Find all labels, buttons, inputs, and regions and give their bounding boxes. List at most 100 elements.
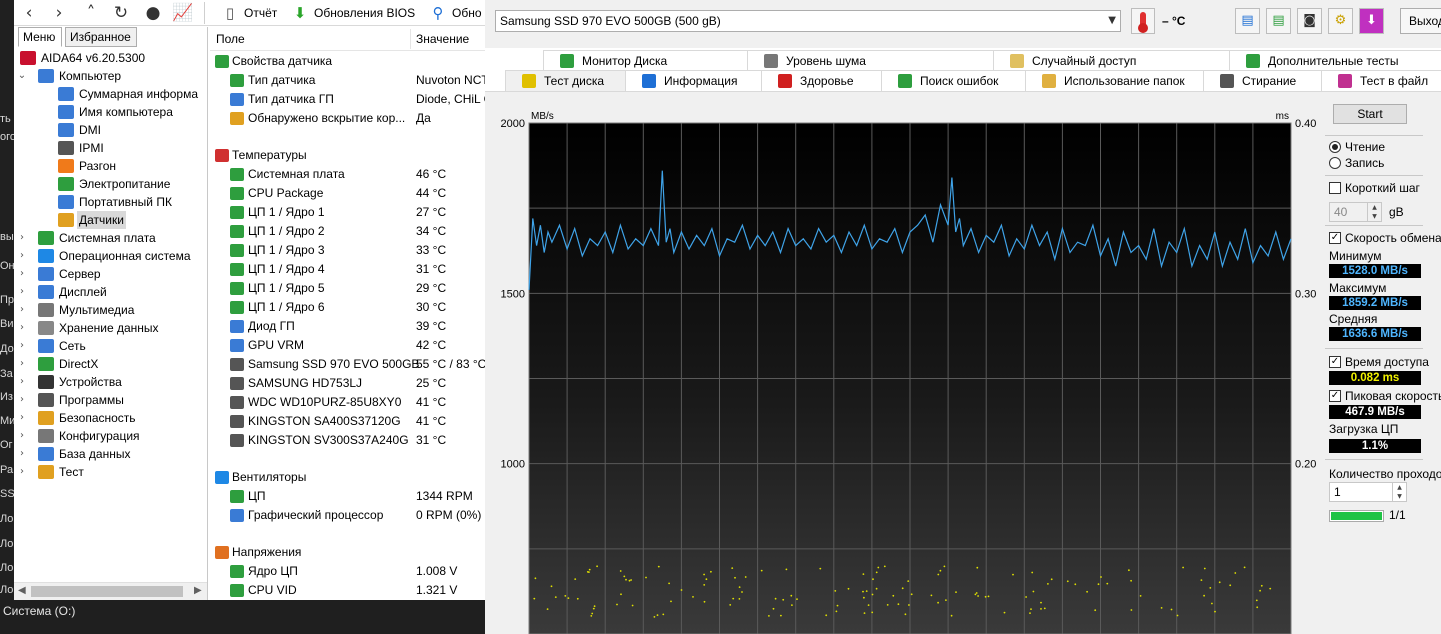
tree-item[interactable]: Суммарная информа [14,85,207,103]
tree-item[interactable]: › Конфигурация [14,427,207,445]
chevron-right-icon[interactable]: › [16,265,28,283]
sensor-row[interactable]: Тип датчика ГП Diode, CHiL C [210,90,485,109]
sensor-row[interactable]: KINGSTON SV300S37A240G 31 °C [210,431,485,450]
chevron-right-icon[interactable]: › [16,445,28,463]
tab-bulb[interactable]: Тест диска [505,70,625,91]
options-icon[interactable]: ⚙ [1328,8,1353,34]
sensor-row[interactable]: SAMSUNG HD753LJ 25 °C [210,374,485,393]
tree-item[interactable]: › Мультимедиа [14,301,207,319]
sensor-row[interactable]: Ядро ЦП 1.008 V [210,562,485,581]
refresh-icon[interactable]: ↻ [110,3,132,23]
sensor-row[interactable]: WDC WD10PURZ-85U8XY0 41 °C [210,393,485,412]
sensor-row[interactable]: CPU VID 1.321 V [210,581,485,600]
sensor-group[interactable]: Температуры [210,146,485,165]
sensor-row[interactable]: Системная плата 46 °C [210,165,485,184]
chevron-right-icon[interactable]: › [16,301,28,319]
tab-file-test[interactable]: Тест в файл [1321,70,1441,91]
chevron-right-icon[interactable]: › [16,229,28,247]
report-button[interactable]: ▯ Отчёт [220,3,277,23]
sensor-row[interactable]: Диод ГП 39 °C [210,317,485,336]
tree-item[interactable]: › Сервер [14,265,207,283]
start-button[interactable]: Start [1333,104,1407,124]
tree-item[interactable]: Датчики [14,211,207,229]
chevron-right-icon[interactable]: › [16,283,28,301]
tree-item[interactable]: AIDA64 v6.20.5300 [14,49,207,67]
tree-item[interactable]: › DirectX [14,355,207,373]
tab-magnifier[interactable]: Поиск ошибок [881,70,1025,91]
forward-icon[interactable]: › [48,3,70,23]
tab-folder[interactable]: Использование папок [1025,70,1203,91]
back-icon[interactable]: ‹ [18,3,40,23]
screenshot-icon[interactable]: ◙ [1297,8,1322,34]
tab-speaker[interactable]: Уровень шума [747,50,993,71]
tab-menu[interactable]: Меню [18,27,62,47]
exit-button[interactable]: Выход [1400,8,1441,34]
sensor-group[interactable]: Вентиляторы [210,468,485,487]
sensor-row[interactable]: ЦП 1344 RPM [210,487,485,506]
chevron-right-icon[interactable]: › [16,355,28,373]
tree-item[interactable]: › Сеть [14,337,207,355]
sensor-row[interactable]: Samsung SSD 970 EVO 500GB 55 °C / 83 °C [210,355,485,374]
short-stroke-spinner[interactable]: 40 ▲ ▼ [1329,202,1382,222]
sensor-row[interactable]: Обнаружено вскрытие кор... Да [210,109,485,128]
tree-item[interactable]: › Дисплей [14,283,207,301]
sensor-row[interactable]: ЦП 1 / Ядро 2 34 °C [210,222,485,241]
sensor-row[interactable]: KINGSTON SA400S37120G 41 °C [210,412,485,431]
chevron-right-icon[interactable]: › [16,319,28,337]
tree-item[interactable]: DMI [14,121,207,139]
chevron-right-icon[interactable]: › [16,247,28,265]
tab-trash[interactable]: Стирание [1203,70,1321,91]
column-divider[interactable] [410,29,411,49]
tree-item[interactable]: › Хранение данных [14,319,207,337]
spinner-arrows-icon[interactable]: ▲ ▼ [1392,483,1406,501]
tab-info[interactable]: Информация [625,70,761,91]
sensor-row[interactable]: CPU Package 44 °C [210,184,485,203]
horizontal-scrollbar[interactable]: ◀ ▶ [14,582,207,600]
tree-item[interactable]: › База данных [14,445,207,463]
user-icon[interactable]: ● [142,3,164,23]
tree-item[interactable]: Электропитание [14,175,207,193]
chart-icon[interactable]: 📈 [172,3,194,23]
scrollbar-thumb[interactable] [31,586,183,597]
sensor-row[interactable]: ЦП 1 / Ядро 1 27 °C [210,203,485,222]
spinner-arrows-icon[interactable]: ▲ ▼ [1367,203,1381,221]
tree-item[interactable]: › Системная плата [14,229,207,247]
sensor-row[interactable]: ЦП 1 / Ядро 4 31 °C [210,260,485,279]
save-down-icon[interactable]: ⬇ [1359,8,1384,34]
tree-item[interactable]: › Безопасность [14,409,207,427]
chevron-down-icon[interactable]: ⌄ [16,67,28,85]
drive-select[interactable]: Samsung SSD 970 EVO 500GB (500 gB) ▼ [495,10,1121,32]
sensor-row[interactable]: Графический процессор 0 RPM (0%) [210,506,485,525]
chevron-right-icon[interactable]: › [16,409,28,427]
tree-item[interactable]: IPMI [14,139,207,157]
sensor-row[interactable]: Тип датчика Nuvoton NCT [210,71,485,90]
tab-extra-tests[interactable]: Дополнительные тесты [1229,50,1441,71]
driver-updates-button[interactable]: ⚲ Обно [428,3,482,23]
tab-random-access[interactable]: Случайный доступ [993,50,1229,71]
column-field[interactable]: Поле [216,32,245,46]
tab-monitor[interactable]: Монитор Диска [543,50,747,71]
tree-item[interactable]: › Устройства [14,373,207,391]
chevron-right-icon[interactable]: › [16,463,28,481]
copy-info-icon[interactable]: ▤ [1235,8,1260,34]
sensor-row[interactable]: GPU VRM 42 °C [210,336,485,355]
chevron-right-icon[interactable]: › [16,373,28,391]
copy-all-icon[interactable]: ▤ [1266,8,1291,34]
sensor-row[interactable]: ЦП 1 / Ядро 5 29 °C [210,279,485,298]
sensor-row[interactable]: ЦП 1 / Ядро 6 30 °C [210,298,485,317]
tree-item[interactable]: Имя компьютера [14,103,207,121]
up-icon[interactable]: ˄ [80,3,102,23]
chevron-right-icon[interactable]: › [16,391,28,409]
tree-item[interactable]: ⌄ Компьютер [14,67,207,85]
scroll-left-icon[interactable]: ◀ [18,585,26,596]
chevron-right-icon[interactable]: › [16,337,28,355]
sensor-group[interactable]: Свойства датчика [210,52,485,71]
tree-item[interactable]: Разгон [14,157,207,175]
column-value[interactable]: Значение [416,32,469,46]
sensor-group[interactable]: Напряжения [210,543,485,562]
tree-item[interactable]: Портативный ПК [14,193,207,211]
tab-favorites[interactable]: Избранное [65,27,137,47]
tree-item[interactable]: › Тест [14,463,207,481]
passes-spinner[interactable]: 1 ▲ ▼ [1329,482,1407,502]
bios-updates-button[interactable]: ⬇ Обновления BIOS [290,3,415,23]
